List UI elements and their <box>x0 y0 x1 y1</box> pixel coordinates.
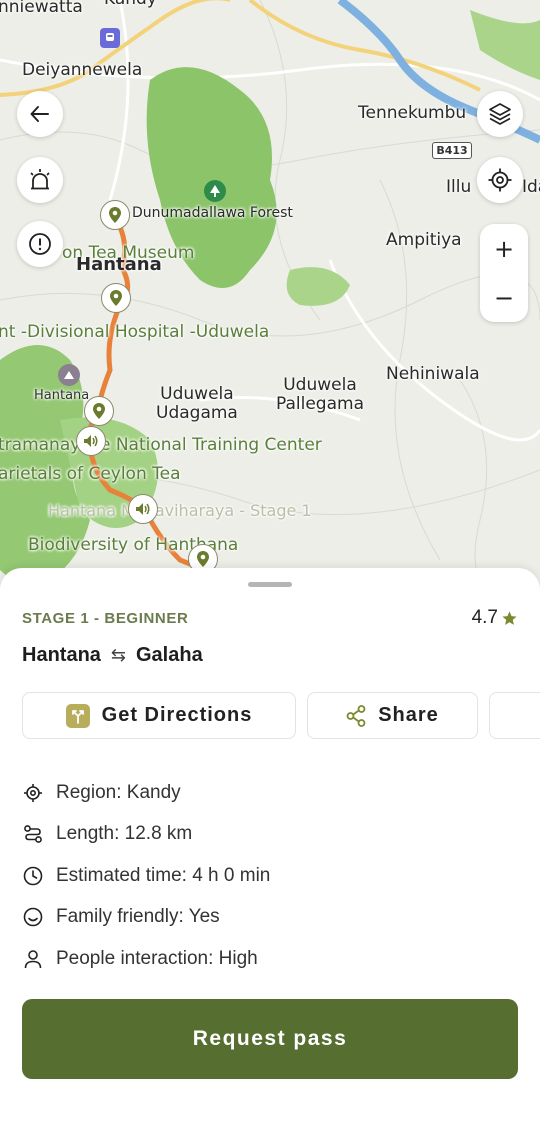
info-length-text: Length: 12.8 km <box>56 823 193 845</box>
trail-stop-marker[interactable] <box>101 283 131 313</box>
more-actions-button[interactable] <box>489 692 540 739</box>
map-label-deiyannewela: Deiyannewela <box>22 60 143 80</box>
map-label-training-center: tramanayake National Training Center <box>0 435 322 455</box>
action-buttons-row: Get Directions Share <box>22 692 540 740</box>
location-target-icon <box>22 782 44 804</box>
get-directions-button[interactable]: Get Directions <box>22 692 296 739</box>
mountain-peak-icon[interactable] <box>58 364 80 386</box>
person-icon <box>22 948 44 970</box>
request-pass-button[interactable]: Request pass <box>22 999 518 1079</box>
map-label-dunumadallawa: Dunumadallawa Forest <box>132 205 293 221</box>
map-label-varietals: arietals of Ceylon Tea <box>0 464 181 484</box>
crosshair-icon <box>488 168 512 192</box>
map-label-kandy: Kandy <box>104 0 157 9</box>
sheet-drag-handle[interactable] <box>248 582 292 587</box>
back-button[interactable] <box>17 91 63 137</box>
directions-icon <box>65 703 90 728</box>
map-label-hospital: nt -Divisional Hospital -Uduwela <box>0 322 270 342</box>
trail-stop-marker[interactable] <box>100 200 130 230</box>
info-family-text: Family friendly: Yes <box>56 906 220 928</box>
trail-info-list: Region: Kandy Length: 12.8 km Estimated … <box>22 772 270 980</box>
map-view[interactable]: nniewatta Kandy Deiyannewela Tennekumbu … <box>0 0 540 600</box>
route-from: Hantana <box>22 644 101 666</box>
park-icon[interactable] <box>204 180 226 202</box>
info-time-text: Estimated time: 4 h 0 min <box>56 864 271 886</box>
rating: 4.7 <box>472 607 518 629</box>
road-shield-b413: B413 <box>432 142 472 159</box>
share-icon <box>346 704 366 727</box>
report-issue-button[interactable] <box>17 221 63 267</box>
route-to: Galaha <box>136 644 203 666</box>
map-label-ampitiya: Ampitiya <box>386 230 462 250</box>
audio-point-marker[interactable] <box>76 426 106 456</box>
my-location-button[interactable] <box>477 157 523 203</box>
map-label-hantana-peak: Hantana <box>34 388 90 403</box>
route-distance-icon <box>22 823 44 845</box>
info-people-text: People interaction: High <box>56 947 258 969</box>
map-label-illu: Illu <box>446 177 472 197</box>
route-title: Hantana ⇆ Galaha <box>22 644 203 667</box>
clock-icon <box>22 865 44 887</box>
map-label-nehiniwala: Nehiniwala <box>386 364 480 384</box>
info-region-text: Region: Kandy <box>56 781 181 803</box>
rating-value: 4.7 <box>471 607 498 628</box>
arrow-left-icon <box>30 106 49 122</box>
info-family: Family friendly: Yes <box>22 897 270 939</box>
map-label-tennekumbura: Tennekumbu <box>358 103 467 123</box>
map-layers-button[interactable] <box>477 91 523 137</box>
info-time: Estimated time: 4 h 0 min <box>22 855 270 897</box>
info-length: Length: 12.8 km <box>22 814 270 856</box>
train-station-icon[interactable] <box>100 28 120 48</box>
map-label-stage-faded: Hantana Mahaviharaya - Stage 1 <box>48 501 312 520</box>
trail-details-sheet: STAGE 1 - BEGINNER 4.7 Hantana ⇆ Galaha … <box>0 568 540 1131</box>
map-label-uduwela-udagama: Uduwela Udagama <box>156 384 238 423</box>
map-label-hantana: Hantana <box>76 254 162 275</box>
map-label-ida: Ida <box>522 177 540 197</box>
share-label: Share <box>378 704 439 726</box>
share-button[interactable]: Share <box>307 692 478 739</box>
zoom-in-button[interactable]: + <box>480 224 528 273</box>
zoom-controls: + − <box>480 224 528 322</box>
smile-icon <box>22 906 44 928</box>
swap-arrows-icon: ⇆ <box>110 645 126 665</box>
siren-icon <box>30 169 50 190</box>
get-directions-label: Get Directions <box>101 704 253 726</box>
info-region: Region: Kandy <box>22 772 270 814</box>
map-label-nniewatta: nniewatta <box>0 0 83 17</box>
zoom-out-button[interactable]: − <box>480 273 528 322</box>
stage-label: STAGE 1 - BEGINNER <box>22 610 189 627</box>
audio-point-marker[interactable] <box>128 494 158 524</box>
layers-icon <box>489 103 511 125</box>
info-people: People interaction: High <box>22 938 270 980</box>
star-icon <box>502 610 517 625</box>
emergency-alarm-button[interactable] <box>17 157 63 203</box>
map-label-uduwela-pallegama: Uduwela Pallegama <box>276 375 364 414</box>
trail-stop-marker[interactable] <box>84 396 114 426</box>
alert-circle-icon <box>29 233 51 255</box>
